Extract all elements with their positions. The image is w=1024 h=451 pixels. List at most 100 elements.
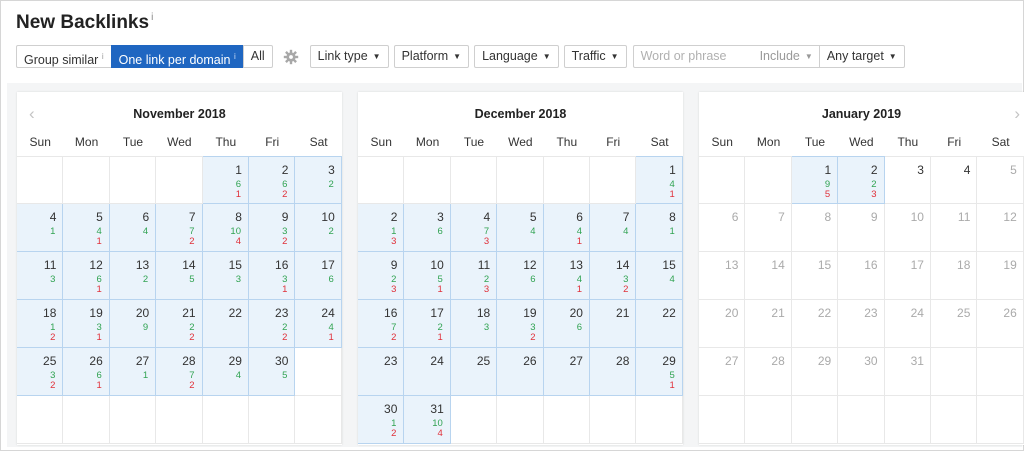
- new-links-count[interactable]: 2: [328, 226, 333, 237]
- calendar-day-cell[interactable]: 64: [109, 204, 157, 252]
- one-link-per-domain-button[interactable]: One link per domain i: [110, 45, 244, 68]
- lost-links-count[interactable]: 1: [282, 284, 287, 295]
- calendar-day-cell[interactable]: 161: [202, 156, 249, 204]
- lost-links-count[interactable]: 1: [328, 332, 333, 343]
- lost-links-count[interactable]: 5: [825, 189, 830, 200]
- calendar-day-cell[interactable]: 24: [404, 348, 451, 396]
- calendar-day-cell[interactable]: 29 4: [202, 348, 249, 396]
- lost-links-count[interactable]: 1: [577, 236, 582, 247]
- include-dropdown[interactable]: Include ▼: [751, 45, 820, 68]
- calendar-day-cell[interactable]: 641: [543, 204, 590, 252]
- lost-links-count[interactable]: 2: [282, 236, 287, 247]
- calendar-day-cell[interactable]: 8 10 4: [202, 204, 249, 252]
- calendar-day-cell[interactable]: 22: [636, 300, 683, 348]
- calendar-day-cell[interactable]: 13 2: [109, 252, 157, 300]
- new-links-count[interactable]: 5: [189, 274, 194, 285]
- calendar-day-cell[interactable]: 772: [156, 204, 203, 252]
- lost-links-count[interactable]: 2: [50, 380, 55, 391]
- lost-links-count[interactable]: 2: [50, 332, 55, 343]
- calendar-day-cell[interactable]: 11 3: [17, 252, 64, 300]
- lost-links-count[interactable]: 1: [437, 284, 442, 295]
- calendar-day-cell[interactable]: 21 2 2: [156, 300, 203, 348]
- lost-links-count[interactable]: 1: [437, 332, 442, 343]
- new-links-count[interactable]: 5: [282, 370, 287, 381]
- calendar-day-cell[interactable]: 25: [450, 348, 498, 396]
- calendar-day-cell[interactable]: 14 5: [156, 252, 203, 300]
- lost-links-count[interactable]: 1: [669, 189, 674, 200]
- lost-links-count[interactable]: 1: [96, 284, 101, 295]
- new-links-count[interactable]: 6: [328, 274, 333, 285]
- new-links-count[interactable]: 6: [577, 322, 582, 333]
- calendar-day-cell[interactable]: 223: [838, 156, 885, 204]
- calendar-day-cell[interactable]: 18 3: [450, 300, 498, 348]
- calendar-day-cell[interactable]: 29 5 1: [636, 348, 683, 396]
- gear-icon[interactable]: [283, 49, 299, 65]
- lost-links-count[interactable]: 2: [282, 332, 287, 343]
- lost-links-count[interactable]: 1: [669, 380, 674, 391]
- lost-links-count[interactable]: 4: [236, 236, 241, 247]
- lost-links-count[interactable]: 3: [484, 236, 489, 247]
- calendar-day-cell[interactable]: 12 6 1: [63, 252, 110, 300]
- calendar-day-cell[interactable]: 23 2 2: [249, 300, 296, 348]
- calendar-day-cell[interactable]: 28: [590, 348, 637, 396]
- new-links-count[interactable]: 6: [437, 226, 442, 237]
- calendar-day-cell[interactable]: 18 1 2: [17, 300, 64, 348]
- calendar-day-cell[interactable]: 74: [590, 204, 637, 252]
- lost-links-count[interactable]: 4: [437, 428, 442, 439]
- all-button[interactable]: All: [242, 45, 273, 68]
- lost-links-count[interactable]: 2: [189, 332, 194, 343]
- calendar-day-cell[interactable]: 10 5 1: [404, 252, 451, 300]
- calendar-day-cell[interactable]: 15 4: [636, 252, 683, 300]
- calendar-day-cell[interactable]: 141: [636, 156, 683, 204]
- new-links-count[interactable]: 4: [669, 274, 674, 285]
- platform-dropdown[interactable]: Platform ▼: [393, 45, 470, 68]
- calendar-day-cell[interactable]: 24 4 1: [295, 300, 342, 348]
- calendar-day-cell[interactable]: 17 6: [295, 252, 342, 300]
- calendar-day-cell[interactable]: 25 3 2: [17, 348, 64, 396]
- calendar-day-cell[interactable]: 14 3 2: [590, 252, 637, 300]
- lost-links-count[interactable]: 1: [96, 332, 101, 343]
- lost-links-count[interactable]: 3: [871, 189, 876, 200]
- calendar-day-cell[interactable]: 36: [404, 204, 451, 252]
- lost-links-count[interactable]: 2: [282, 189, 287, 200]
- lost-links-count[interactable]: 2: [189, 236, 194, 247]
- new-links-count[interactable]: 3: [484, 322, 489, 333]
- calendar-day-cell[interactable]: 28 7 2: [156, 348, 203, 396]
- lost-links-count[interactable]: 1: [577, 284, 582, 295]
- calendar-day-cell[interactable]: 27: [543, 348, 590, 396]
- calendar-day-cell[interactable]: 16 7 2: [358, 300, 405, 348]
- lost-links-count[interactable]: 2: [189, 380, 194, 391]
- any-target-dropdown[interactable]: Any target ▼: [818, 45, 905, 68]
- info-icon[interactable]: i: [151, 12, 153, 23]
- lost-links-count[interactable]: 3: [484, 284, 489, 295]
- new-links-count[interactable]: 6: [530, 274, 535, 285]
- group-similar-button[interactable]: Group similar i: [16, 45, 112, 68]
- new-links-count[interactable]: 4: [236, 370, 241, 381]
- calendar-day-cell[interactable]: 30 5: [249, 348, 296, 396]
- lost-links-count[interactable]: 2: [530, 332, 535, 343]
- new-links-count[interactable]: 1: [669, 226, 674, 237]
- calendar-day-cell[interactable]: 541: [63, 204, 110, 252]
- traffic-dropdown[interactable]: Traffic ▼: [563, 45, 627, 68]
- new-links-count[interactable]: 1: [143, 370, 148, 381]
- new-links-count[interactable]: 3: [50, 274, 55, 285]
- calendar-day-cell[interactable]: 26 6 1: [63, 348, 110, 396]
- new-links-count[interactable]: 2: [143, 274, 148, 285]
- calendar-day-cell[interactable]: 12 6: [497, 252, 544, 300]
- calendar-day-cell[interactable]: 932: [249, 204, 296, 252]
- new-links-count[interactable]: 1: [50, 226, 55, 237]
- new-links-count[interactable]: 9: [143, 322, 148, 333]
- calendar-day-cell[interactable]: 16 3 1: [249, 252, 296, 300]
- calendar-day-cell[interactable]: 20 9: [109, 300, 157, 348]
- calendar-day-cell[interactable]: 81: [636, 204, 683, 252]
- calendar-day-cell[interactable]: 10 2: [295, 204, 342, 252]
- lost-links-count[interactable]: 3: [391, 284, 396, 295]
- calendar-day-cell[interactable]: 32: [295, 156, 342, 204]
- calendar-day-cell[interactable]: 23: [358, 348, 405, 396]
- calendar-day-cell[interactable]: 17 2 1: [404, 300, 451, 348]
- calendar-day-cell[interactable]: 41: [17, 204, 64, 252]
- calendar-day-cell[interactable]: 19 3 2: [497, 300, 544, 348]
- calendar-day-cell[interactable]: 20 6: [543, 300, 590, 348]
- calendar-day-cell[interactable]: 26: [497, 348, 544, 396]
- new-links-count[interactable]: 4: [623, 226, 628, 237]
